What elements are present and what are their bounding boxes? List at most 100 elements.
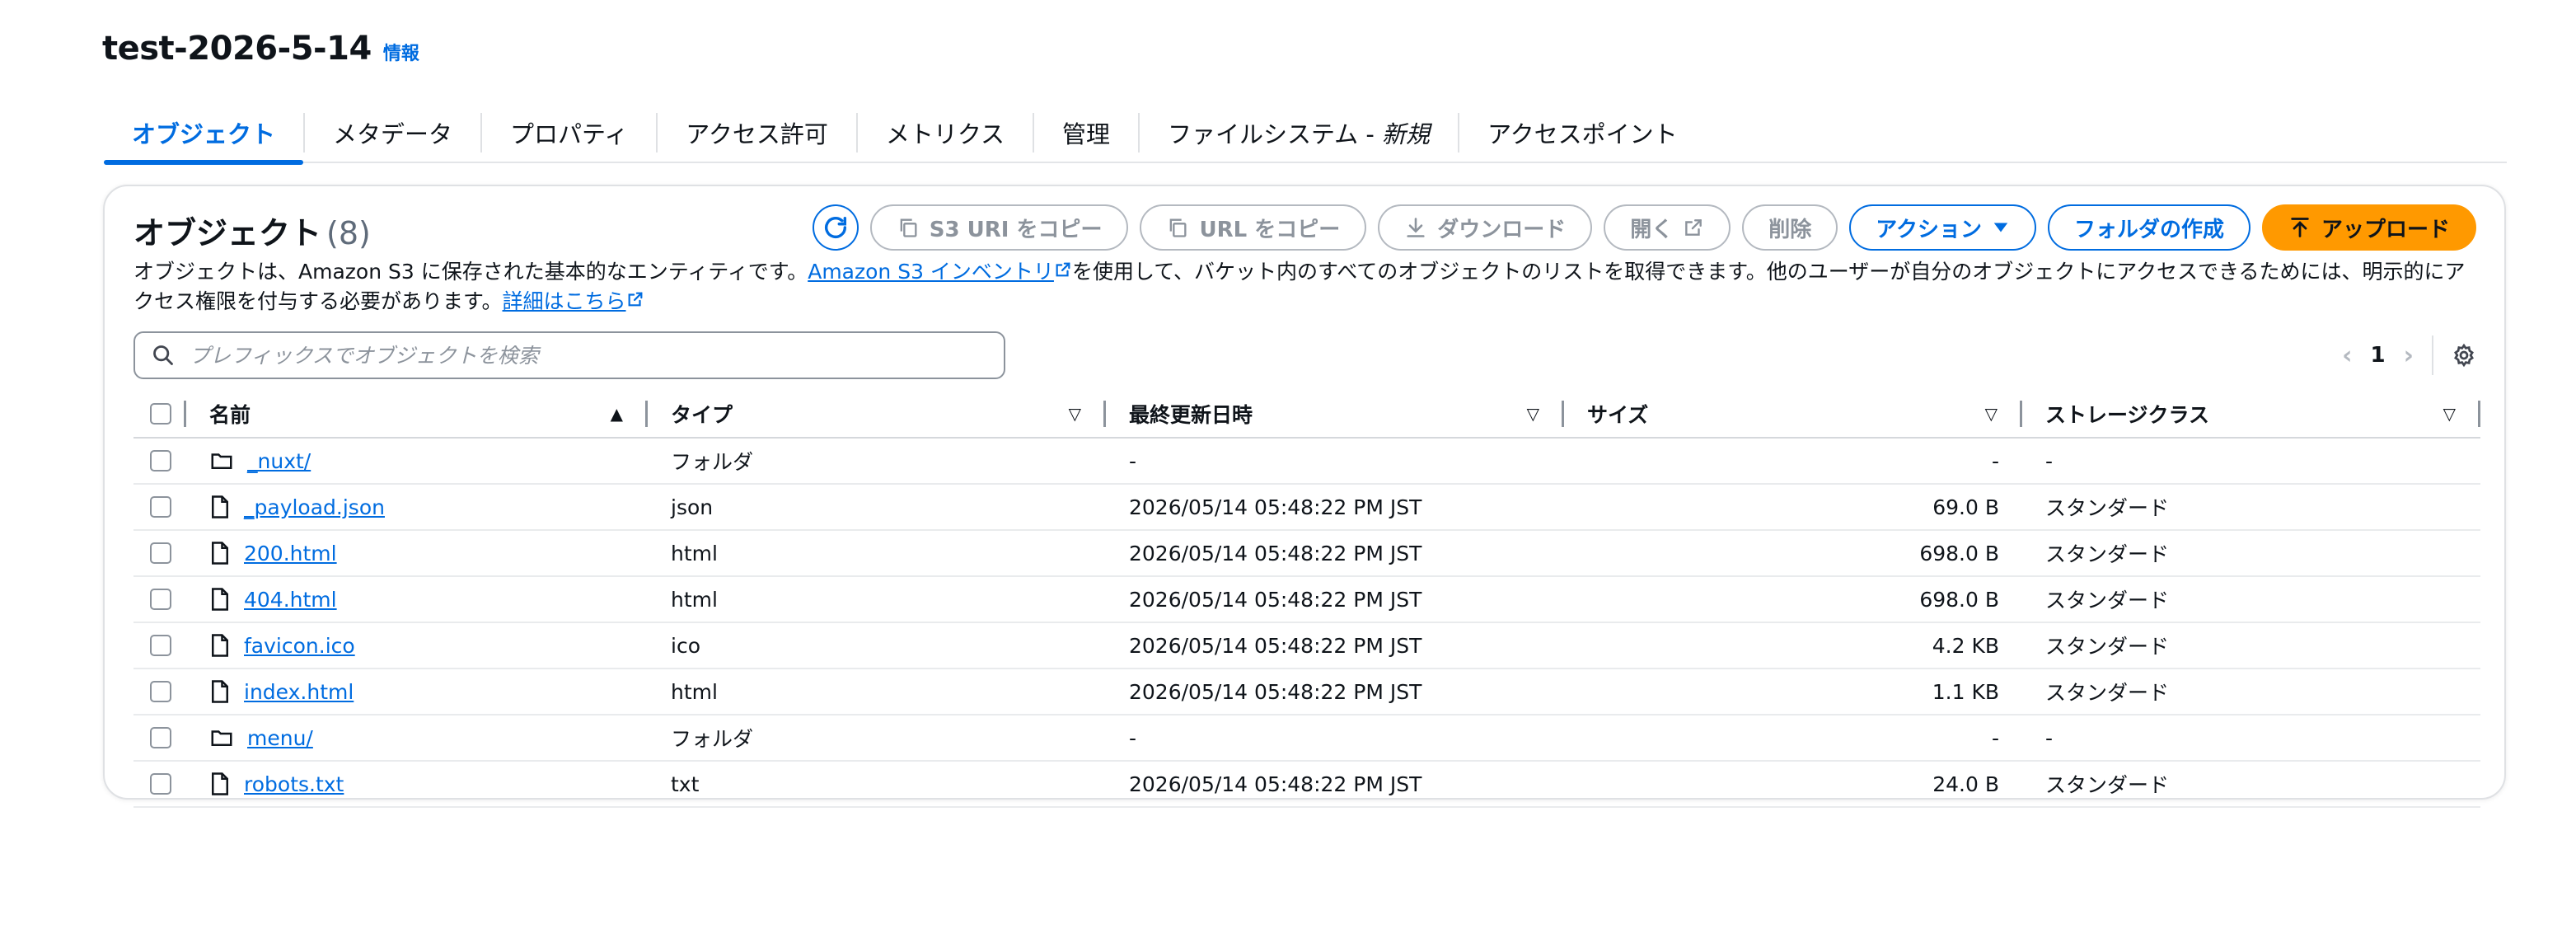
modified-cell: 2026/05/14 05:48:22 PM JST (1129, 587, 1422, 612)
tab-label: 管理 (1062, 120, 1111, 148)
column-header-type[interactable]: タイプ ▽ (648, 391, 1106, 437)
folder-icon (209, 448, 234, 473)
storage-class-cell: - (2045, 725, 2054, 750)
sort-icon: ▽ (1984, 404, 1998, 424)
name-wrap: 404.html (198, 587, 337, 612)
object-name-link[interactable]: menu/ (247, 726, 313, 750)
object-name-link[interactable]: index.html (244, 680, 354, 704)
upload-button[interactable]: アップロード (2261, 204, 2476, 251)
object-name-link[interactable]: _payload.json (244, 495, 385, 519)
button-label: アップロード (2321, 217, 2450, 242)
row-checkbox[interactable] (150, 681, 171, 702)
column-header-size[interactable]: サイズ ▽ (1564, 391, 2022, 437)
delete-button[interactable]: 削除 (1742, 204, 1838, 251)
table-body: _nuxt/フォルダ - - - _payload.json json 2026/05/14… (133, 439, 2480, 808)
search-input[interactable] (188, 342, 933, 368)
tab-management[interactable]: 管理 (1034, 104, 1138, 162)
next-page-icon[interactable]: › (2404, 341, 2414, 370)
column-label: 最終更新日時 (1129, 403, 1253, 427)
row-select-cell (133, 531, 186, 575)
table-row: robots.txt txt 2026/05/14 05:48:22 PM JST 2… (133, 762, 2480, 808)
actions-dropdown[interactable]: アクション (1849, 204, 2036, 251)
size-cell: 698.0 B (1919, 587, 1999, 612)
refresh-icon (824, 216, 846, 238)
inventory-link[interactable]: Amazon S3 インベントリ (808, 260, 1072, 284)
tab-file-system[interactable]: ファイルシステム - 新規 (1140, 104, 1458, 162)
learn-more-link[interactable]: 詳細はこちら (503, 289, 644, 313)
object-name-link[interactable]: 200.html (244, 542, 337, 565)
sort-icon: ▽ (1526, 404, 1539, 424)
table-row: index.html html 2026/05/14 05:48:22 PM JST… (133, 669, 2480, 715)
modified-cell: 2026/05/14 05:48:22 PM JST (1129, 495, 1422, 519)
object-name-link[interactable]: robots.txt (244, 772, 344, 796)
tab-label: ファイルシステム - (1168, 120, 1383, 148)
tab-metrics[interactable]: メトリクス (858, 104, 1033, 162)
gear-icon[interactable] (2452, 343, 2476, 368)
download-button[interactable]: ダウンロード (1378, 204, 1593, 251)
previous-page-icon[interactable]: ‹ (2342, 341, 2352, 370)
tab-properties[interactable]: プロパティ (482, 104, 656, 162)
size-cell: 69.0 B (1932, 495, 1999, 519)
copy-s3-uri-button[interactable]: S3 URI をコピー (869, 204, 1129, 251)
column-header-modified[interactable]: 最終更新日時 ▽ (1106, 391, 1564, 437)
name-cell: 404.html (186, 577, 648, 622)
type-cell: フォルダ (671, 727, 754, 751)
type-cell: txt (671, 772, 700, 796)
bucket-title: test-2026-5-14 (102, 30, 372, 68)
toolbar: S3 URI をコピー URL をコピー ダウンロード 開く 削除 アクション … (812, 204, 2476, 251)
file-icon (209, 772, 231, 796)
name-cell: 200.html (186, 531, 648, 575)
copy-url-button[interactable]: URL をコピー (1140, 204, 1367, 251)
row-checkbox[interactable] (150, 542, 171, 564)
name-cell: _payload.json (186, 485, 648, 529)
storage-class-cell: スタンダード (2045, 773, 2170, 797)
open-button[interactable]: 開く (1604, 204, 1731, 251)
objects-panel: オブジェクト (8) S3 URI をコピー URL をコピー ダウンロード 開く… (103, 185, 2506, 808)
tab-access-points[interactable]: アクセスポイント (1459, 104, 1706, 162)
refresh-button[interactable] (812, 204, 859, 251)
object-name-link[interactable]: 404.html (244, 588, 337, 612)
storage-class-cell: スタンダード (2045, 681, 2170, 705)
column-header-name[interactable]: 名前 ▲ (186, 391, 648, 437)
name-cell: index.html (186, 669, 648, 714)
storage-class-cell: スタンダード (2045, 589, 2170, 612)
tab-label: メトリクス (885, 120, 1005, 148)
current-page[interactable]: 1 (2371, 343, 2386, 368)
button-label: アクション (1876, 217, 1982, 242)
select-all-checkbox[interactable] (150, 403, 171, 425)
row-select-cell (133, 439, 186, 483)
row-checkbox[interactable] (150, 773, 171, 795)
row-select-cell (133, 623, 186, 668)
column-header-storage-class[interactable]: ストレージクラス ▽ (2022, 391, 2480, 437)
tab-objects[interactable]: オブジェクト (104, 104, 304, 165)
object-name-link[interactable]: favicon.ico (244, 634, 355, 658)
create-folder-button[interactable]: フォルダの作成 (2047, 204, 2250, 251)
type-cell: html (671, 679, 718, 704)
row-checkbox[interactable] (150, 496, 171, 518)
file-icon (209, 541, 231, 565)
size-cell: - (1991, 448, 1999, 473)
table-header: 名前 ▲ タイプ ▽ 最終更新日時 ▽ サイズ ▽ ストレージクラス ▽ (133, 391, 2480, 439)
info-link[interactable]: 情報 (383, 39, 419, 65)
row-checkbox[interactable] (150, 589, 171, 610)
column-divider[interactable] (2478, 401, 2480, 427)
tab-metadata[interactable]: メタデータ (305, 104, 480, 162)
tab-permissions[interactable]: アクセス許可 (658, 104, 856, 162)
object-name-link[interactable]: _nuxt/ (247, 449, 311, 473)
table-row: _payload.json json 2026/05/14 05:48:22 PM … (133, 485, 2480, 531)
name-wrap: 200.html (198, 541, 337, 565)
row-select-cell (133, 485, 186, 529)
table-row: menu/フォルダ - - - (133, 715, 2480, 762)
button-label: S3 URI をコピー (929, 217, 1103, 242)
file-icon (209, 633, 231, 658)
panel-title-text: オブジェクト (133, 215, 322, 251)
row-select-cell (133, 669, 186, 714)
name-wrap: _payload.json (198, 495, 385, 519)
row-checkbox[interactable] (150, 727, 171, 748)
row-checkbox[interactable] (150, 635, 171, 656)
row-checkbox[interactable] (150, 450, 171, 472)
search-icon (153, 345, 173, 365)
column-label: ストレージクラス (2045, 403, 2210, 427)
row-select-cell (133, 715, 186, 760)
table-row: 200.html html 2026/05/14 05:48:22 PM JST 69… (133, 531, 2480, 577)
